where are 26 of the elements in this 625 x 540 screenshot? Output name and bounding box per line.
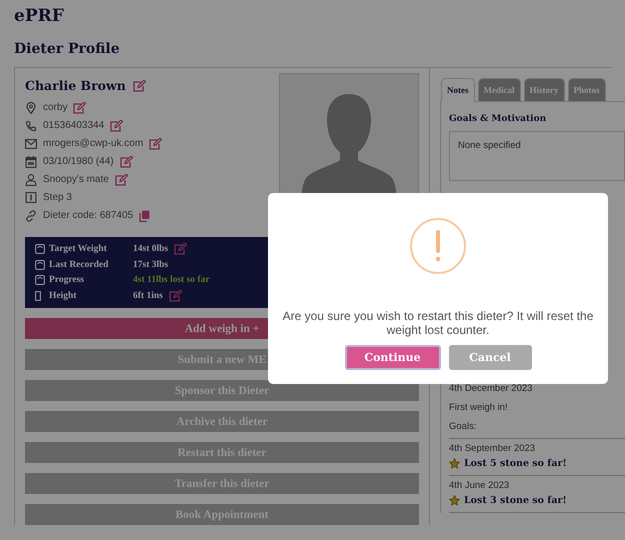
app-title: ePRF [14, 6, 65, 26]
stat-value: 6ft 1ins [133, 291, 163, 301]
section-heading: Goals & Motivation [449, 114, 548, 124]
detail-text: Step 3 [43, 192, 72, 203]
stat-label: Target Weight [49, 244, 108, 254]
detail-text: 03/10/1980 (44) [43, 156, 114, 167]
note-text: First weigh in! [449, 402, 509, 413]
achievement-text: Lost 3 stone so far! [464, 495, 567, 506]
detail-text: Dieter code: 687405 [43, 210, 134, 221]
achievement-text: Lost 5 stone so far! [464, 458, 567, 469]
note-text: Goals: [449, 421, 478, 432]
entry-date: 4th September 2023 [449, 443, 536, 454]
page-title: Dieter Profile [14, 41, 120, 57]
stat-label: Progress [49, 275, 86, 285]
stat-value: 14st 0lbs [133, 244, 168, 254]
stat-value: 4st 11lbs lost so far [133, 275, 210, 285]
detail-text: mrogers@cwp-uk.com [43, 138, 144, 149]
detail-text: corby [43, 102, 68, 113]
entry-date: 4th December 2023 [449, 383, 534, 394]
detail-text: Snoopy's mate [43, 174, 109, 185]
stat-value: 17st 3lbs [133, 260, 168, 270]
detail-text: 01536403344 [43, 120, 104, 131]
dieter-name: Charlie Brown [25, 78, 126, 93]
stat-label: Last Recorded [49, 260, 110, 270]
stat-label: Height [49, 291, 78, 301]
entry-date: 4th June 2023 [449, 480, 510, 491]
